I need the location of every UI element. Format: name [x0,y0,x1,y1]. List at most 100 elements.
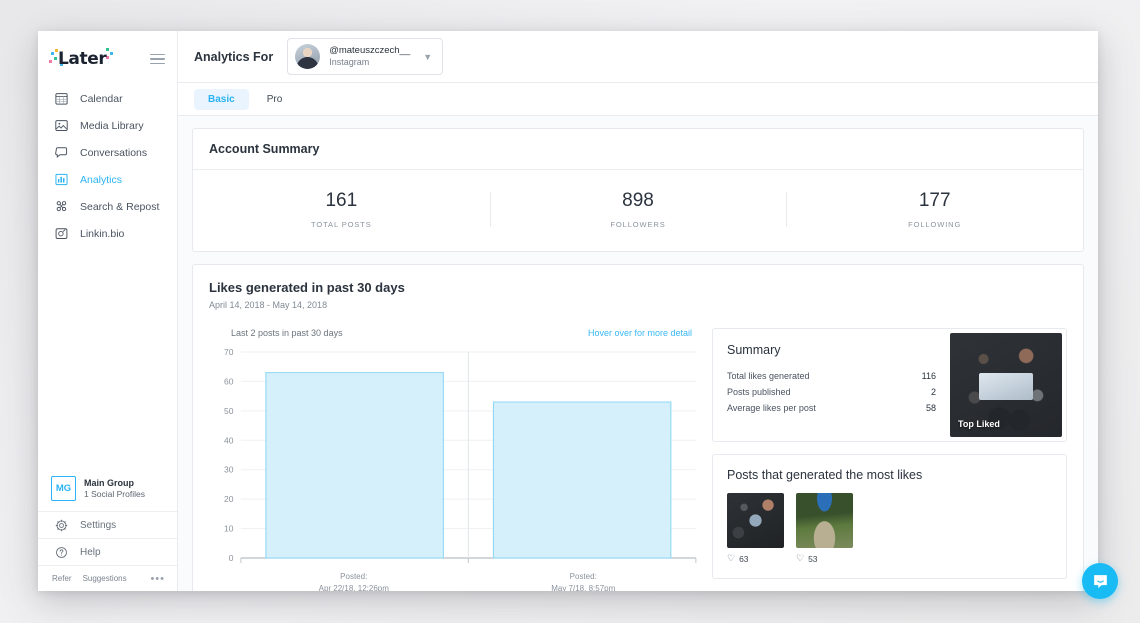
sidebar-item-label: Media Library [80,119,144,132]
stat-total-posts: 161 TOTAL POSTS [193,190,490,229]
stat-label: FOLLOWING [908,220,962,229]
stat-value: 161 [325,190,358,211]
likes-bar-chart[interactable]: 0 10 20 30 40 50 60 70 [209,346,698,568]
account-platform: Instagram [329,56,370,67]
sidebar-item-media-library[interactable]: Media Library [38,112,177,139]
top-post-item[interactable]: ♡ 63 [727,493,784,564]
top-liked-thumbnail[interactable]: Top Liked [950,333,1062,437]
svg-text:10: 10 [224,525,234,534]
sidebar-header: Later [38,43,177,73]
svg-text:20: 20 [224,495,234,504]
tab-pro[interactable]: Pro [253,89,297,110]
sidebar-item-search-repost[interactable]: Search & Repost [38,193,177,220]
summary-row-label: Average likes per post [727,403,816,413]
account-text: @mateuszczech__ Instagram [329,45,410,67]
sidebar-item-label: Search & Repost [80,200,160,213]
post-thumbnail[interactable] [727,493,784,548]
sidebar-item-label: Calendar [80,92,123,105]
top-liked-caption: Top Liked [958,419,1000,429]
chat-bubble-icon [55,147,68,159]
chart-header: Last 2 posts in past 30 days Hover over … [209,328,698,338]
more-options-icon[interactable]: ••• [150,573,165,585]
summary-row-label: Posts published [727,387,791,397]
hover-detail-link[interactable]: Hover over for more detail [588,328,692,338]
svg-text:70: 70 [224,348,234,357]
gear-icon [55,519,68,531]
top-posts-card: Posts that generated the most likes ♡ 63 [712,454,1067,579]
later-logo[interactable]: Later [49,47,121,71]
top-posts-title: Posts that generated the most likes [727,468,923,482]
sidebar-bottom-links: Refer Suggestions ••• [38,565,177,591]
group-text: Main Group 1 Social Profiles [84,478,145,500]
top-posts-thumbnails: ♡ 63 ♡ 53 [727,493,1052,564]
page-title: Analytics For [194,49,274,64]
logo-dot [106,48,109,51]
intercom-launcher-button[interactable] [1082,563,1118,599]
post-likes: ♡ 53 [796,553,853,564]
sidebar-item-help[interactable]: Help [38,538,177,565]
stat-following: 177 FOLLOWING [786,190,1083,229]
summary-row: Average likes per post 58 [727,400,936,416]
chart-x-labels: Posted: Apr 22/18, 12:26pm Posted: May 7… [209,571,698,591]
topbar: Analytics For @mateuszczech__ Instagram … [178,31,1098,83]
sidebar-item-label: Linkin.bio [80,227,125,240]
summary-row: Posts published 2 [727,384,936,400]
calendar-icon [55,93,68,105]
svg-text:40: 40 [224,437,234,446]
likes-columns: Last 2 posts in past 30 days Hover over … [209,328,1067,591]
app-window: Later Calendar Media Library Conversatio… [38,31,1098,591]
logo-dot [106,56,109,59]
sidebar: Later Calendar Media Library Conversatio… [38,31,178,591]
refer-link[interactable]: Refer [52,574,72,583]
chevron-down-icon: ▼ [423,51,433,62]
account-handle: @mateuszczech__ [329,45,411,57]
sidebar-item-calendar[interactable]: Calendar [38,85,177,112]
sidebar-item-linkin-bio[interactable]: Linkin.bio [38,220,177,247]
post-thumbnail[interactable] [796,493,853,548]
sidebar-nav: Calendar Media Library Conversations Ana… [38,85,177,247]
post-like-count: 53 [808,553,818,564]
camera-link-icon [55,228,68,239]
stat-value: 177 [918,190,951,211]
summary-row: Total likes generated 116 [727,368,936,384]
post-likes: ♡ 63 [727,553,784,564]
bar-chart-icon [55,173,68,186]
sidebar-item-settings[interactable]: Settings [38,511,177,538]
summary-row-value: 58 [925,403,936,413]
main-content: Analytics For @mateuszczech__ Instagram … [178,31,1098,591]
likes-card: Likes generated in past 30 days April 14… [192,264,1084,591]
summary-row-value: 2 [930,387,936,397]
side-column: Summary Total likes generated 116 Posts … [712,328,1067,591]
image-icon [55,120,68,131]
tab-bar: Basic Pro [178,83,1098,116]
summary-row-label: Total likes generated [727,371,810,381]
stat-label: FOLLOWERS [610,220,666,229]
sidebar-item-conversations[interactable]: Conversations [38,139,177,166]
likes-card-body: Likes generated in past 30 days April 14… [193,265,1083,591]
sidebar-item-analytics[interactable]: Analytics [38,166,177,193]
account-summary-stats: 161 TOTAL POSTS 898 FOLLOWERS 177 FOLLOW… [193,170,1083,251]
question-circle-icon [56,546,67,558]
chart-x-label: Posted: May 7/18, 8:57pm [551,572,616,591]
top-post-item[interactable]: ♡ 53 [796,493,853,564]
network-icon [56,201,67,212]
hamburger-icon[interactable] [150,53,165,65]
tab-basic[interactable]: Basic [194,88,249,110]
stat-label: TOTAL POSTS [311,220,372,229]
top-liked-image-detail [979,372,1033,400]
screenshot-stage: Later Calendar Media Library Conversatio… [0,0,1140,623]
logo-dot [110,52,113,55]
chat-smile-icon [1093,574,1107,588]
chart-svg: 0 10 20 30 40 50 60 70 [224,348,697,563]
heart-icon: ♡ [796,553,805,563]
account-selector[interactable]: @mateuszczech__ Instagram ▼ [287,38,444,75]
suggestions-link[interactable]: Suggestions [83,574,127,583]
content-scroll-area[interactable]: Account Summary 161 TOTAL POSTS 898 FOLL… [178,116,1098,591]
likes-date-range: April 14, 2018 - May 14, 2018 [209,300,328,310]
sidebar-item-label: Analytics [80,173,123,186]
account-summary-card: Account Summary 161 TOTAL POSTS 898 FOLL… [192,128,1084,252]
sidebar-footer: MG Main Group 1 Social Profiles Settings [38,467,177,591]
svg-text:30: 30 [224,466,234,475]
svg-text:60: 60 [224,378,234,387]
group-selector[interactable]: MG Main Group 1 Social Profiles [38,467,177,511]
